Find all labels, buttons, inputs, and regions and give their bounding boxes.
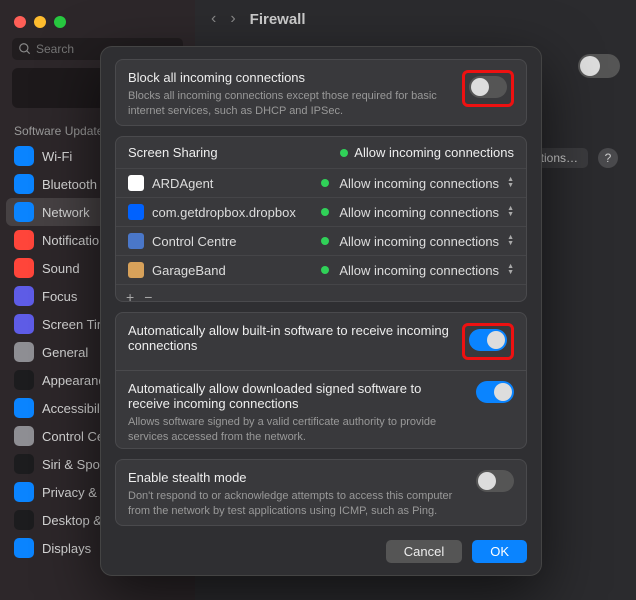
- status-dot-icon: [321, 208, 329, 216]
- stepper-icon[interactable]: ▲▼: [507, 264, 514, 276]
- firewall-master-toggle[interactable]: [578, 54, 620, 78]
- sidebar-item-label: Bluetooth: [42, 177, 97, 192]
- zoom-window-icon[interactable]: [54, 16, 66, 28]
- app-row[interactable]: ARDAgent Allow incoming connections▲▼: [116, 168, 526, 197]
- block-all-title: Block all incoming connections: [128, 70, 452, 85]
- sidebar-icon: [14, 146, 34, 166]
- status-dot-icon: [321, 237, 329, 245]
- sidebar-icon: [14, 286, 34, 306]
- back-button[interactable]: ‹: [211, 10, 216, 28]
- block-all-desc: Blocks all incoming connections except t…: [128, 89, 452, 119]
- app-icon: [128, 262, 144, 278]
- auto-signed-title: Automatically allow downloaded signed so…: [128, 381, 466, 411]
- auto-builtin-title: Automatically allow built-in software to…: [128, 323, 452, 353]
- close-window-icon[interactable]: [14, 16, 26, 28]
- app-status[interactable]: Allow incoming connections▲▼: [321, 234, 514, 249]
- apps-panel: Screen Sharing Allow incoming connection…: [115, 136, 527, 302]
- app-status[interactable]: Allow incoming connections▲▼: [321, 205, 514, 220]
- sidebar-item-label: Sound: [42, 261, 80, 276]
- sidebar-item-label: Network: [42, 205, 90, 220]
- add-app-button[interactable]: +: [126, 289, 134, 302]
- search-icon: [18, 42, 32, 56]
- stealth-desc: Don't respond to or acknowledge attempts…: [128, 489, 466, 519]
- sidebar-icon: [14, 510, 34, 530]
- cancel-button[interactable]: Cancel: [386, 540, 462, 563]
- bg-controls: Options… ?: [578, 54, 620, 78]
- stepper-icon[interactable]: ▲▼: [507, 206, 514, 218]
- app-icon: [128, 204, 144, 220]
- sidebar-icon: [14, 342, 34, 362]
- sidebar-icon: [14, 454, 34, 474]
- stealth-toggle[interactable]: [476, 470, 514, 492]
- app-icon: [128, 233, 144, 249]
- app-name: Control Centre: [152, 234, 313, 249]
- sidebar-icon: [14, 482, 34, 502]
- highlight-ring: [462, 70, 514, 107]
- app-row[interactable]: Control Centre Allow incoming connections…: [116, 226, 526, 255]
- auto-signed-desc: Allows software signed by a valid certif…: [128, 415, 466, 445]
- app-status[interactable]: Allow incoming connections▲▼: [321, 176, 514, 191]
- highlight-ring-2: [462, 323, 514, 360]
- app-name: ARDAgent: [152, 176, 313, 191]
- app-status[interactable]: Allow incoming connections▲▼: [321, 263, 514, 278]
- sheet-footer: Cancel OK: [115, 536, 527, 563]
- sidebar-item-label: General: [42, 345, 88, 360]
- status-dot-icon: [321, 266, 329, 274]
- block-all-toggle[interactable]: [469, 76, 507, 98]
- sidebar-item-label: Displays: [42, 541, 91, 556]
- sidebar-icon: [14, 258, 34, 278]
- screen-sharing-status: Allow incoming connections: [340, 145, 514, 160]
- sidebar-icon: [14, 538, 34, 558]
- sidebar-icon: [14, 202, 34, 222]
- status-dot-icon: [340, 149, 348, 157]
- screen-sharing-label: Screen Sharing: [128, 145, 218, 160]
- auto-signed-toggle[interactable]: [476, 381, 514, 403]
- sidebar-icon: [14, 314, 34, 334]
- ok-button[interactable]: OK: [472, 540, 527, 563]
- forward-button[interactable]: ›: [230, 10, 235, 28]
- firewall-options-sheet: Block all incoming connections Blocks al…: [100, 46, 542, 576]
- app-row[interactable]: com.getdropbox.dropbox Allow incoming con…: [116, 197, 526, 226]
- sidebar-item-label: Wi-Fi: [42, 149, 72, 164]
- stepper-icon[interactable]: ▲▼: [507, 235, 514, 247]
- app-name: GarageBand: [152, 263, 313, 278]
- sidebar-item-label: Focus: [42, 289, 77, 304]
- status-dot-icon: [321, 179, 329, 187]
- header: ‹ › Firewall: [195, 0, 636, 38]
- block-all-panel: Block all incoming connections Blocks al…: [115, 59, 527, 126]
- stepper-icon[interactable]: ▲▼: [507, 177, 514, 189]
- sidebar-icon: [14, 174, 34, 194]
- app-icon: [128, 175, 144, 191]
- sidebar-icon: [14, 370, 34, 390]
- auto-builtin-toggle[interactable]: [469, 329, 507, 351]
- traffic-lights: [0, 10, 195, 38]
- sidebar-icon: [14, 426, 34, 446]
- page-title: Firewall: [250, 11, 306, 28]
- remove-app-button[interactable]: −: [144, 289, 152, 302]
- app-row[interactable]: GarageBand Allow incoming connections▲▼: [116, 255, 526, 284]
- stealth-panel: Enable stealth mode Don't respond to or …: [115, 459, 527, 526]
- sidebar-icon: [14, 398, 34, 418]
- help-button[interactable]: ?: [598, 148, 618, 168]
- stealth-title: Enable stealth mode: [128, 470, 466, 485]
- sidebar-icon: [14, 230, 34, 250]
- minimize-window-icon[interactable]: [34, 16, 46, 28]
- app-name: com.getdropbox.dropbox: [152, 205, 313, 220]
- auto-allow-panel: Automatically allow built-in software to…: [115, 312, 527, 449]
